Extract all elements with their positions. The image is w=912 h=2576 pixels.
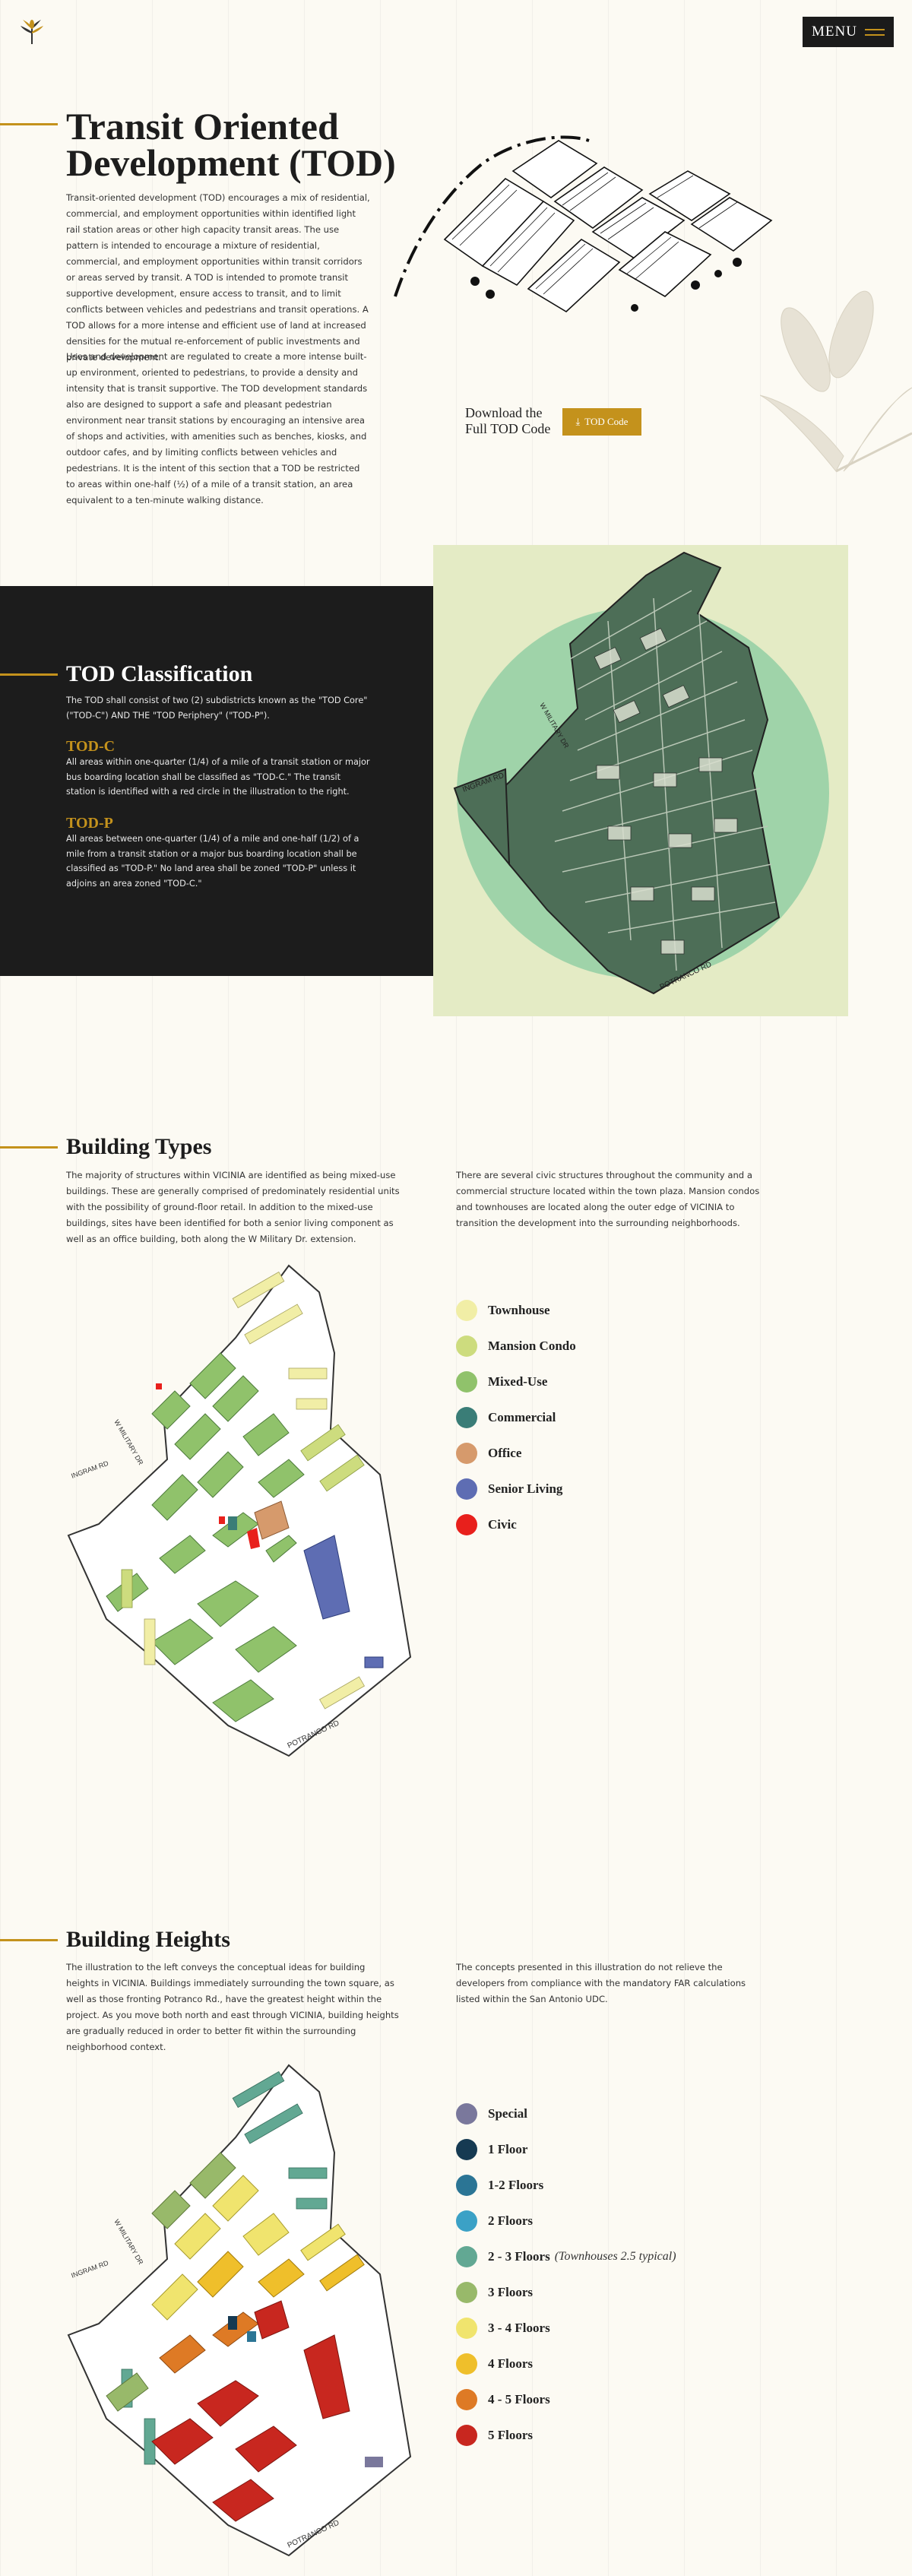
legend-label: Special bbox=[488, 2105, 527, 2121]
accent-rule bbox=[0, 673, 58, 676]
logo-icon[interactable] bbox=[17, 17, 47, 47]
menu-button[interactable]: MENU bbox=[803, 17, 894, 47]
legend-swatch bbox=[456, 2424, 477, 2446]
road-label: INGRAM RD bbox=[70, 2259, 109, 2280]
accent-rule bbox=[0, 123, 58, 125]
building-heights-text-right: The concepts presented in this illustrat… bbox=[456, 1962, 746, 2004]
legend-swatch bbox=[456, 1299, 477, 1321]
legend-swatch bbox=[456, 1370, 477, 1393]
legend-label: Townhouse bbox=[488, 1302, 550, 1317]
road-label: W MILITARY DR bbox=[112, 2218, 144, 2266]
accent-rule bbox=[0, 1939, 58, 1941]
legend-item-civic: Civic bbox=[456, 1507, 576, 1542]
road-label: W MILITARY DR bbox=[112, 1418, 144, 1466]
legend-item-1-2-floors: 1-2 Floors bbox=[456, 2167, 676, 2203]
legend-item-office: Office bbox=[456, 1435, 576, 1471]
legend-item-2-floors: 2 Floors bbox=[456, 2203, 676, 2239]
building-types-legend: Townhouse Mansion Condo Mixed-Use Commer… bbox=[456, 1292, 576, 1542]
menu-label: MENU bbox=[812, 24, 857, 40]
page-title: Transit Oriented Development (TOD) bbox=[66, 105, 396, 184]
todc-title: TOD-C bbox=[66, 738, 116, 755]
legend-item-2-3-floors: 2 - 3 Floors (Townhouses 2.5 typical) bbox=[456, 2239, 676, 2274]
hamburger-icon bbox=[864, 28, 885, 36]
legend-label: 2 Floors bbox=[488, 2213, 534, 2228]
legend-label: 1-2 Floors bbox=[488, 2177, 544, 2192]
tod-code-button-label: TOD Code bbox=[584, 416, 629, 427]
building-types-text-right: There are several civic structures throu… bbox=[456, 1170, 760, 1228]
legend-label: 2 - 3 Floors bbox=[488, 2248, 550, 2264]
legend-item-commercial: Commercial bbox=[456, 1399, 576, 1435]
legend-swatch bbox=[456, 2281, 477, 2303]
building-types-title: Building Types bbox=[66, 1134, 212, 1159]
legend-label: 4 Floors bbox=[488, 2356, 534, 2371]
tod-code-download-button[interactable]: ⤓ TOD Code bbox=[562, 408, 641, 436]
building-heights-map: INGRAM RD POTRANCO RD W MILITARY DR bbox=[67, 2064, 412, 2557]
legend-label: Office bbox=[488, 1445, 522, 1460]
legend-swatch bbox=[456, 1335, 477, 1357]
hero-paragraph-1: Transit-oriented development (TOD) encou… bbox=[66, 192, 370, 363]
legend-swatch bbox=[456, 2245, 477, 2267]
building-heights-title: Building Heights bbox=[66, 1927, 230, 1952]
legend-swatch bbox=[456, 2138, 477, 2160]
corn-decoration-icon bbox=[760, 290, 912, 473]
building-types-map: INGRAM RD POTRANCO RD W MILITARY DR bbox=[67, 1264, 412, 1757]
tod-zone-map: INGRAM RD POTRANCO RD W MILITARY DR bbox=[433, 545, 848, 1016]
legend-swatch bbox=[456, 1513, 477, 1535]
legend-note: (Townhouses 2.5 typical) bbox=[554, 2249, 676, 2263]
building-types-text-left: The majority of structures within VICINI… bbox=[66, 1170, 400, 1244]
legend-label: Civic bbox=[488, 1516, 517, 1532]
legend-item-1-floor: 1 Floor bbox=[456, 2131, 676, 2167]
legend-label: Mansion Condo bbox=[488, 1338, 576, 1353]
hero-paragraph-2: Uses and development are regulated to cr… bbox=[66, 351, 368, 505]
legend-item-3-floors: 3 Floors bbox=[456, 2274, 676, 2310]
legend-swatch bbox=[456, 2317, 477, 2339]
building-heights-legend: Special 1 Floor 1-2 Floors 2 Floors 2 - … bbox=[456, 2096, 676, 2453]
legend-item-4-floors: 4 Floors bbox=[456, 2346, 676, 2381]
todp-title: TOD-P bbox=[66, 815, 113, 832]
road-label: INGRAM RD bbox=[70, 1459, 109, 1480]
todp-text: All areas between one-quarter (1/4) of a… bbox=[66, 834, 359, 889]
legend-swatch bbox=[456, 2388, 477, 2410]
legend-swatch bbox=[456, 1442, 477, 1464]
legend-swatch bbox=[456, 1406, 477, 1428]
classification-title: TOD Classification bbox=[66, 661, 253, 686]
classification-intro: The TOD shall consist of two (2) subdist… bbox=[66, 695, 368, 721]
building-heights-text-left: The illustration to the left conveys the… bbox=[66, 1962, 399, 2052]
legend-swatch bbox=[456, 1478, 477, 1500]
legend-swatch bbox=[456, 2102, 477, 2124]
legend-label: Commercial bbox=[488, 1409, 556, 1424]
accent-rule bbox=[0, 1146, 58, 1149]
legend-swatch bbox=[456, 2174, 477, 2196]
legend-item-townhouse: Townhouse bbox=[456, 1292, 576, 1328]
legend-swatch bbox=[456, 2353, 477, 2375]
legend-item-special: Special bbox=[456, 2096, 676, 2131]
todc-text: All areas within one-quarter (1/4) of a … bbox=[66, 757, 370, 797]
download-label: Download the Full TOD Code bbox=[465, 405, 551, 436]
legend-label: 4 - 5 Floors bbox=[488, 2391, 550, 2406]
legend-label: 5 Floors bbox=[488, 2427, 534, 2442]
legend-item-4-5-floors: 4 - 5 Floors bbox=[456, 2381, 676, 2417]
legend-item-mansion-condo: Mansion Condo bbox=[456, 1328, 576, 1364]
legend-label: 3 Floors bbox=[488, 2284, 534, 2299]
legend-item-3-4-floors: 3 - 4 Floors bbox=[456, 2310, 676, 2346]
legend-label: 1 Floor bbox=[488, 2141, 528, 2156]
legend-item-5-floors: 5 Floors bbox=[456, 2417, 676, 2453]
legend-item-senior-living: Senior Living bbox=[456, 1471, 576, 1507]
legend-label: Mixed-Use bbox=[488, 1374, 548, 1389]
legend-swatch bbox=[456, 2210, 477, 2232]
legend-item-mixed-use: Mixed-Use bbox=[456, 1364, 576, 1399]
legend-label: Senior Living bbox=[488, 1481, 563, 1496]
tod-illustration bbox=[394, 135, 773, 312]
legend-label: 3 - 4 Floors bbox=[488, 2320, 550, 2335]
download-icon: ⤓ bbox=[575, 416, 581, 427]
